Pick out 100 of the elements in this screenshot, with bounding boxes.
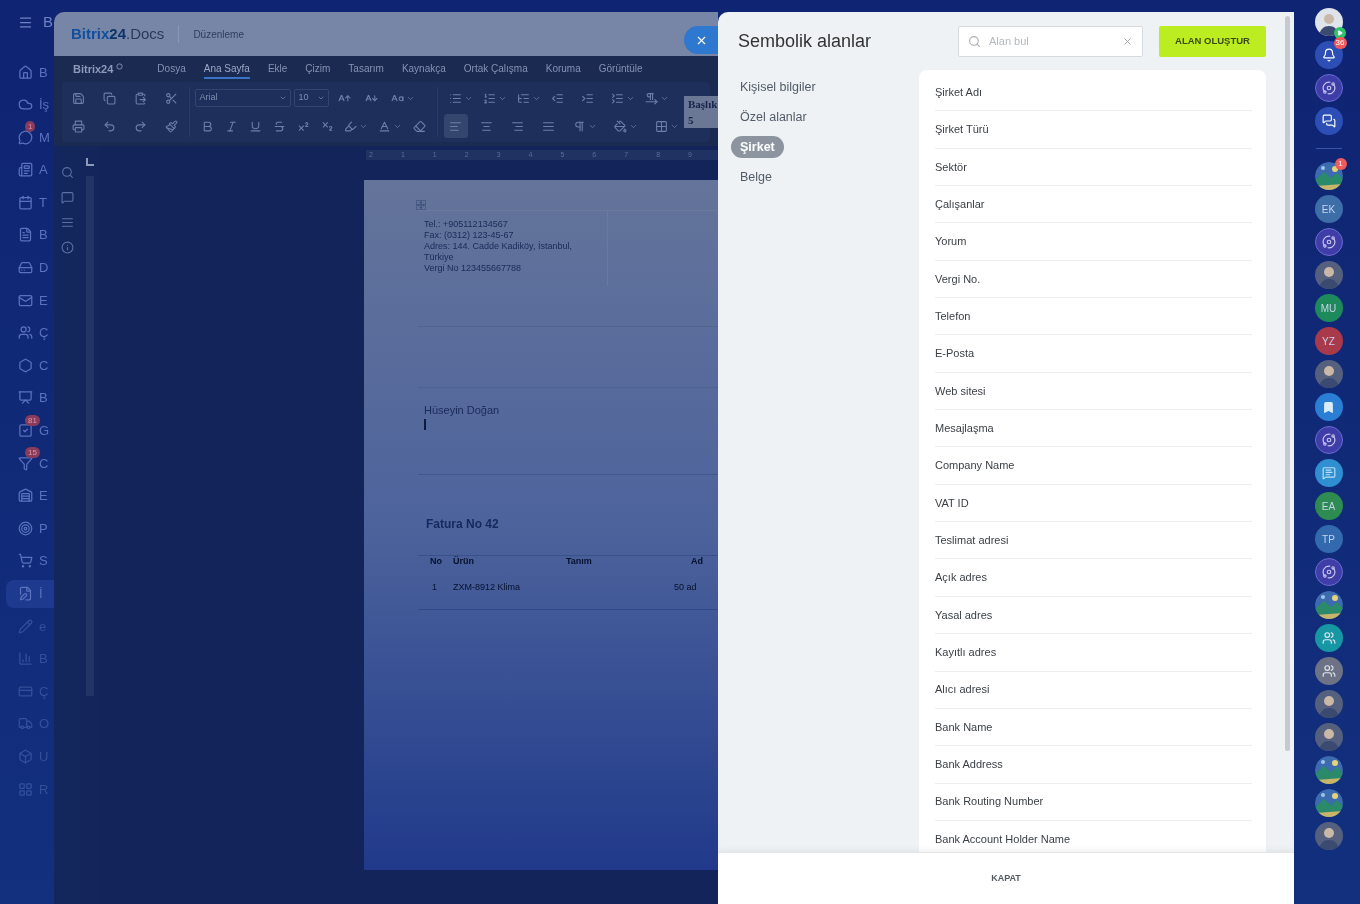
category-item[interactable]: Özel alanlar [731,106,816,128]
menu-tab[interactable]: Ana Sayfa [203,59,250,79]
nav-item[interactable]: T [6,188,54,217]
menu-tab[interactable]: Çizim [305,59,331,79]
menu-tab[interactable]: Görüntüle [598,59,643,79]
spiral-button[interactable] [1314,228,1343,256]
comment-icon[interactable] [60,191,74,204]
avatar[interactable] [1314,723,1343,751]
field-row[interactable]: Şirket Türü [935,111,1252,149]
align-left-button[interactable] [443,114,468,138]
category-item[interactable]: Belge [731,166,781,188]
funnel-icon [18,455,33,471]
initials-avatar[interactable]: EK [1314,195,1343,223]
avatar[interactable] [1314,822,1343,850]
warehouse-icon [18,488,33,504]
avatar[interactable] [1314,8,1343,36]
group-avatar[interactable] [1314,624,1343,652]
indent-icon [581,91,595,105]
field-row[interactable]: Kayıtlı adres [935,634,1252,672]
field-row[interactable]: Yorum [935,223,1252,261]
field-row[interactable]: Bank Address [935,746,1252,784]
menu-icon[interactable] [18,14,33,30]
bullet-list-icon [448,91,462,105]
field-row[interactable]: Alıcı adresi [935,671,1252,709]
field-row[interactable]: VAT ID [935,484,1252,523]
field-row[interactable]: Yasal adres [935,596,1252,635]
initials-avatar[interactable]: YZ [1314,327,1343,355]
group-avatar[interactable] [1314,657,1343,685]
tab-stop-icon[interactable] [86,158,95,166]
nav-item[interactable]: Ç [6,318,54,347]
search-input[interactable]: Alan bul [989,32,1114,50]
field-row[interactable]: Şirket Adı [935,74,1252,112]
messenger-button[interactable] [1314,107,1343,135]
underline-icon [249,119,262,133]
avatar[interactable] [1314,261,1343,289]
spiral-icon [1321,235,1336,249]
bookmark-button[interactable] [1314,393,1343,421]
menu-tab[interactable]: Ekle [267,59,288,79]
nav-item[interactable]: E [6,481,54,510]
close-button[interactable] [684,26,718,54]
nav-item[interactable]: İş [6,90,54,119]
nav-item[interactable]: D [6,253,54,282]
field-row[interactable]: Mesajlaşma [935,410,1252,448]
search-field[interactable]: Alan bul [958,25,1143,57]
nav-item[interactable]: G 81 [6,416,54,445]
line-spacing-icon [610,91,624,105]
nav-item[interactable]: E [6,286,54,315]
nav-item[interactable]: B [6,58,54,86]
spiral-button[interactable] [1314,74,1343,102]
font-select[interactable]: Arial [195,89,292,107]
font-size-select[interactable]: 10 [294,89,330,107]
menu-tab[interactable]: Dosya [157,59,186,79]
initials-avatar[interactable]: EA [1314,492,1343,520]
nav-item[interactable]: C [6,351,54,380]
count-badge: 1 [1334,158,1347,170]
menu-tab[interactable]: Kaynakça [401,59,446,79]
close-panel-button[interactable]: KAPAT [981,865,1031,892]
field-row[interactable]: Vergi No. [935,260,1252,299]
field-row[interactable]: Sektör [935,148,1252,187]
info-icon[interactable] [60,241,74,254]
field-row[interactable]: E-Posta [935,335,1252,373]
card-icon [18,683,33,699]
initials-avatar[interactable]: TP [1314,525,1343,553]
headings-icon[interactable] [60,216,74,229]
nav-item[interactable]: C 15 [6,449,54,478]
field-row[interactable]: Çalışanlar [935,186,1252,224]
people-icon [1321,664,1336,678]
nav-item[interactable]: B [6,383,54,412]
field-row[interactable]: Company Name [935,447,1252,485]
avatar[interactable] [1314,690,1343,718]
count-badge: 36 [1333,37,1347,49]
search-icon[interactable] [60,166,74,179]
category-item[interactable]: Şirket [731,136,784,158]
field-row[interactable]: Web sitesi [935,372,1252,411]
field-row[interactable]: Teslimat adresi [935,522,1252,560]
scrollbar[interactable] [1285,16,1290,751]
menu-tab[interactable]: Koruma [545,59,581,79]
nav-item[interactable]: A [6,155,54,184]
nav-item[interactable]: P [6,514,54,543]
spiral-button[interactable] [1314,426,1343,454]
initials-avatar[interactable]: MU [1314,294,1343,322]
style-preview[interactable]: Başlık 5 [683,96,718,128]
table-handle-icon[interactable] [416,200,426,210]
clear-icon[interactable] [1122,35,1133,47]
field-row[interactable]: Bank Name [935,708,1252,747]
category-item[interactable]: Kişisel bilgiler [731,76,825,98]
menu-tab[interactable]: Ortak Çalışma [463,59,528,79]
group-chat-button[interactable] [1314,459,1343,487]
field-row[interactable]: Telefon [935,298,1252,336]
spiral-button[interactable] [1314,558,1343,586]
nav-item[interactable]: S [6,546,54,575]
avatar[interactable] [1314,360,1343,388]
field-row[interactable]: Bank Routing Number [935,783,1252,821]
menu-tab[interactable]: Tasarım [348,59,384,79]
create-field-button[interactable]: ALAN OLUŞTUR [1159,25,1266,57]
nav-item[interactable]: M 1 [6,123,54,152]
chat-bubble-icon [18,129,33,145]
field-row[interactable]: Açık adres [935,559,1252,597]
nav-item[interactable]: B [6,220,54,249]
multilevel-list-icon [516,91,530,105]
